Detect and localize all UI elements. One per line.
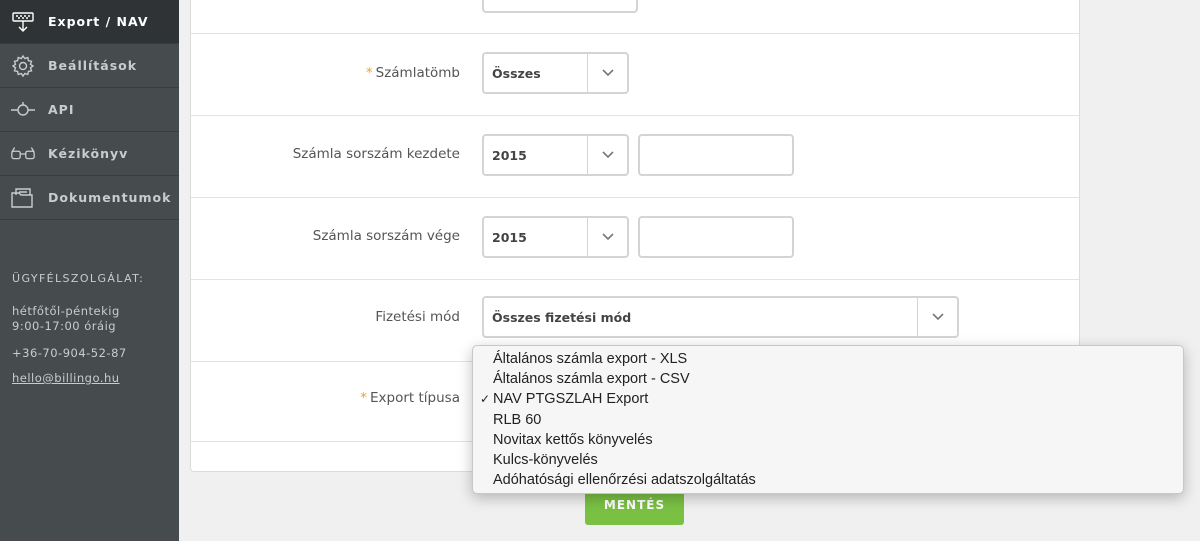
fizetesi-mod-value: Összes fizetési mód [492, 309, 632, 325]
sorszam-vege-label: Számla sorszám vége [312, 228, 460, 244]
option-label: Adóhatósági ellenőrzési adatszolgáltatás [493, 472, 756, 489]
dropdown-option-csv[interactable]: Általános számla export - CSV [473, 369, 1183, 389]
support-phone: +36-70-904-52-87 [12, 346, 127, 360]
support-hours-time: 9:00-17:00 óráig [12, 319, 117, 333]
dropdown-option-rlb60[interactable]: RLB 60 [473, 410, 1183, 430]
sorszam-kezdete-number-input[interactable] [638, 134, 794, 176]
chevron-down-icon [917, 298, 957, 336]
support-info: ÜGYFÉLSZOLGÁLAT: hétfőtől-péntekig 9:00-… [0, 271, 179, 386]
export-tipusa-label-text: Export típusa [370, 390, 460, 406]
fizetesi-mod-label: Fizetési mód [375, 309, 460, 325]
sidebar-item-label: Kézikönyv [48, 146, 129, 161]
sidebar-item-label: Beállítások [48, 58, 138, 73]
sidebar-item-export-nav[interactable]: Export / NAV [0, 0, 179, 44]
export-icon [10, 10, 36, 34]
option-label: Általános számla export - CSV [493, 371, 690, 388]
option-label: Novitax kettős könyvelés [493, 431, 653, 448]
option-label: NAV PTGSZLAH Export [493, 391, 649, 408]
folder-icon [10, 186, 36, 210]
sidebar-item-label: Export / NAV [48, 14, 149, 29]
support-hours: hétfőtől-péntekig 9:00-17:00 óráig [12, 304, 167, 334]
sidebar-item-beallitasok[interactable]: Beállítások [0, 44, 179, 88]
dropdown-option-novitax[interactable]: Novitax kettős könyvelés [473, 430, 1183, 450]
export-tipusa-label: * Export típusa [360, 390, 460, 406]
sidebar-item-label: API [48, 102, 75, 117]
glasses-icon [10, 142, 36, 166]
checkmark-icon: ✓ [480, 392, 491, 407]
sidebar-item-kezikonyv[interactable]: Kézikönyv [0, 132, 179, 176]
export-tipusa-dropdown: Általános számla export - XLS Általános … [472, 345, 1184, 494]
szamlatomb-label: * Számlatömb [366, 65, 460, 81]
sorszam-vege-year-select[interactable]: 2015 [482, 216, 629, 258]
form-row-szamlatomb: * Számlatömb Összes [191, 34, 1079, 116]
required-star: * [360, 390, 368, 406]
support-title: ÜGYFÉLSZOLGÁLAT: [12, 272, 145, 285]
form-row-sorszam-kezdete: Számla sorszám kezdete 2015 [191, 116, 1079, 198]
sidebar-item-api[interactable]: API [0, 88, 179, 132]
szamlatomb-select[interactable]: Összes [482, 52, 629, 94]
chevron-down-icon [587, 54, 627, 92]
previous-field[interactable] [482, 0, 638, 13]
sidebar-item-label: Dokumentumok [48, 190, 172, 205]
support-hours-days: hétfőtől-péntekig [12, 304, 120, 318]
support-email-link[interactable]: hello@billingo.hu [12, 371, 167, 386]
dropdown-option-nav-ptgszlah[interactable]: ✓ NAV PTGSZLAH Export [473, 389, 1183, 409]
required-star: * [365, 65, 373, 81]
option-label: Kulcs-könyvelés [493, 451, 598, 468]
form-row-previous [191, 0, 1079, 34]
chevron-down-icon [587, 218, 627, 256]
gear-icon [10, 54, 36, 78]
dropdown-option-xls[interactable]: Általános számla export - XLS [473, 349, 1183, 369]
sorszam-vege-year: 2015 [492, 229, 527, 245]
sorszam-kezdete-label: Számla sorszám kezdete [292, 146, 460, 162]
chevron-down-icon [587, 136, 627, 174]
fizetesi-mod-select[interactable]: Összes fizetési mód [482, 296, 959, 338]
form-row-sorszam-vege: Számla sorszám vége 2015 [191, 198, 1079, 280]
dropdown-option-adohatosagi[interactable]: Adóhatósági ellenőrzési adatszolgáltatás [473, 470, 1183, 490]
szamlatomb-label-text: Számlatömb [375, 65, 460, 81]
dropdown-option-kulcs[interactable]: Kulcs-könyvelés [473, 450, 1183, 470]
option-label: RLB 60 [493, 411, 542, 428]
sorszam-kezdete-year: 2015 [492, 147, 527, 163]
option-label: Általános számla export - XLS [493, 351, 688, 367]
sorszam-kezdete-year-select[interactable]: 2015 [482, 134, 629, 176]
sidebar-item-dokumentumok[interactable]: Dokumentumok [0, 176, 179, 220]
sidebar: Export / NAV Beállítások API Kézikönyv D… [0, 0, 179, 541]
szamlatomb-value: Összes [492, 65, 541, 81]
api-icon [10, 98, 36, 122]
sorszam-vege-number-input[interactable] [638, 216, 794, 258]
